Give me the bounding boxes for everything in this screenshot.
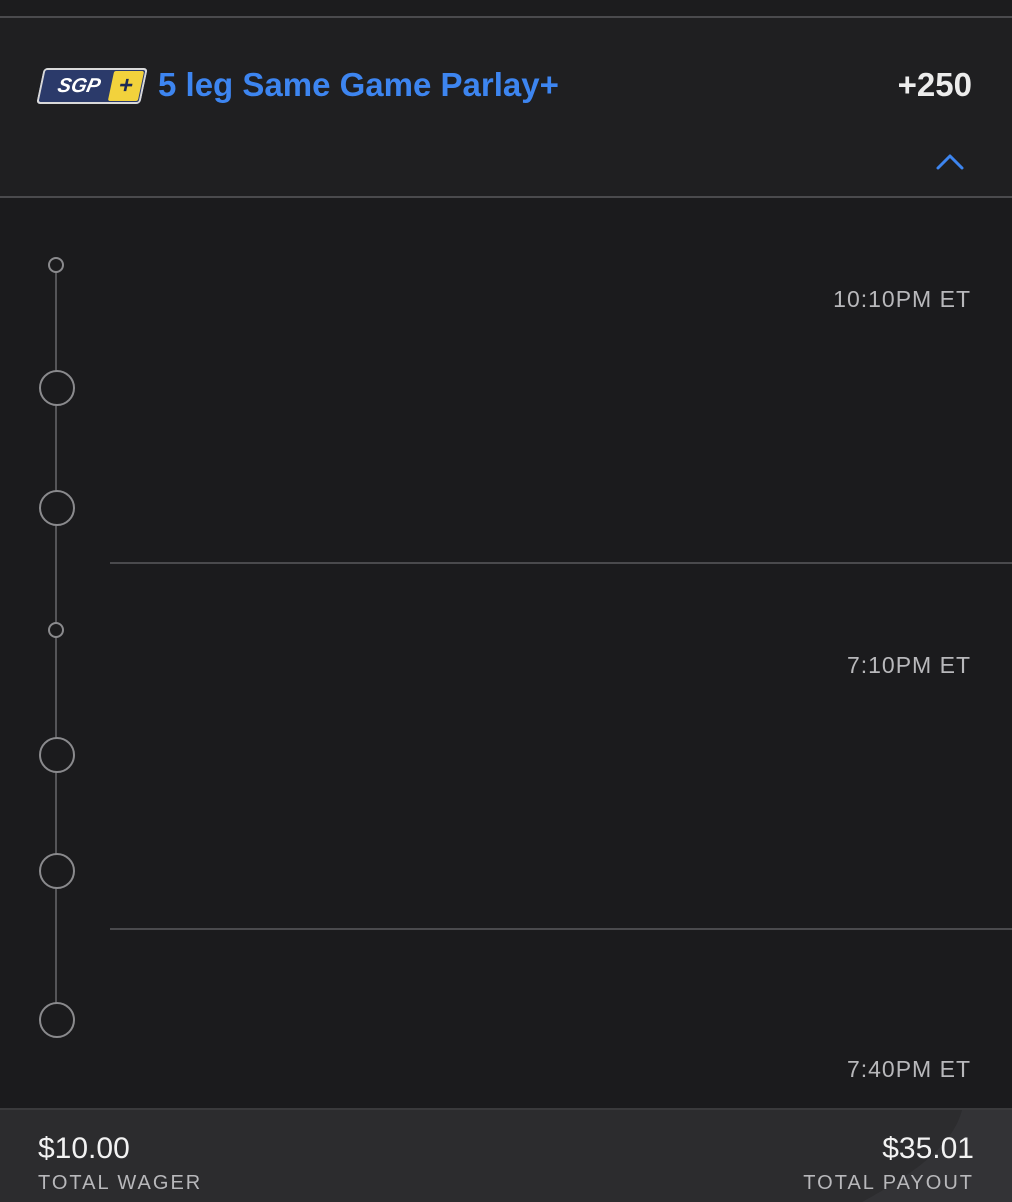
leg-status-circle [39, 1002, 75, 1038]
leg-status-circle [39, 853, 75, 889]
timeline-node [48, 622, 64, 638]
sgp-plus-badge: SGP + [36, 68, 148, 104]
leg-status-circle [39, 490, 75, 526]
leg-game-time: 7:10PM ET [846, 652, 971, 678]
leg-status-circle [39, 737, 75, 773]
timeline-node [48, 257, 64, 273]
collapse-button[interactable] [930, 146, 970, 176]
bet-title[interactable]: 5 leg Same Game Parlay+ [158, 66, 559, 104]
bet-footer: $10.00 TOTAL WAGER $35.01 TOTAL PAYOUT [0, 1108, 1012, 1202]
leg-game-time: 7:40PM ET [846, 1056, 971, 1082]
total-wager-label: TOTAL WAGER [38, 1172, 203, 1194]
bet-odds: +250 [897, 66, 972, 103]
leg-game-time: 10:10PM ET [833, 286, 971, 312]
total-wager-amount: $10.00 [38, 1132, 130, 1165]
sgp-badge-label: SGP [55, 75, 103, 97]
leg-divider [110, 928, 1012, 930]
leg-divider [110, 562, 1012, 564]
chevron-up-icon [936, 154, 964, 170]
total-payout-amount: $35.01 [882, 1132, 974, 1165]
total-payout-label: TOTAL PAYOUT [803, 1172, 974, 1194]
bet-header: SGP + 5 leg Same Game Parlay+ +250 [0, 18, 1012, 196]
leg-status-circle [39, 370, 75, 406]
sgp-badge-plus: + [107, 71, 145, 101]
